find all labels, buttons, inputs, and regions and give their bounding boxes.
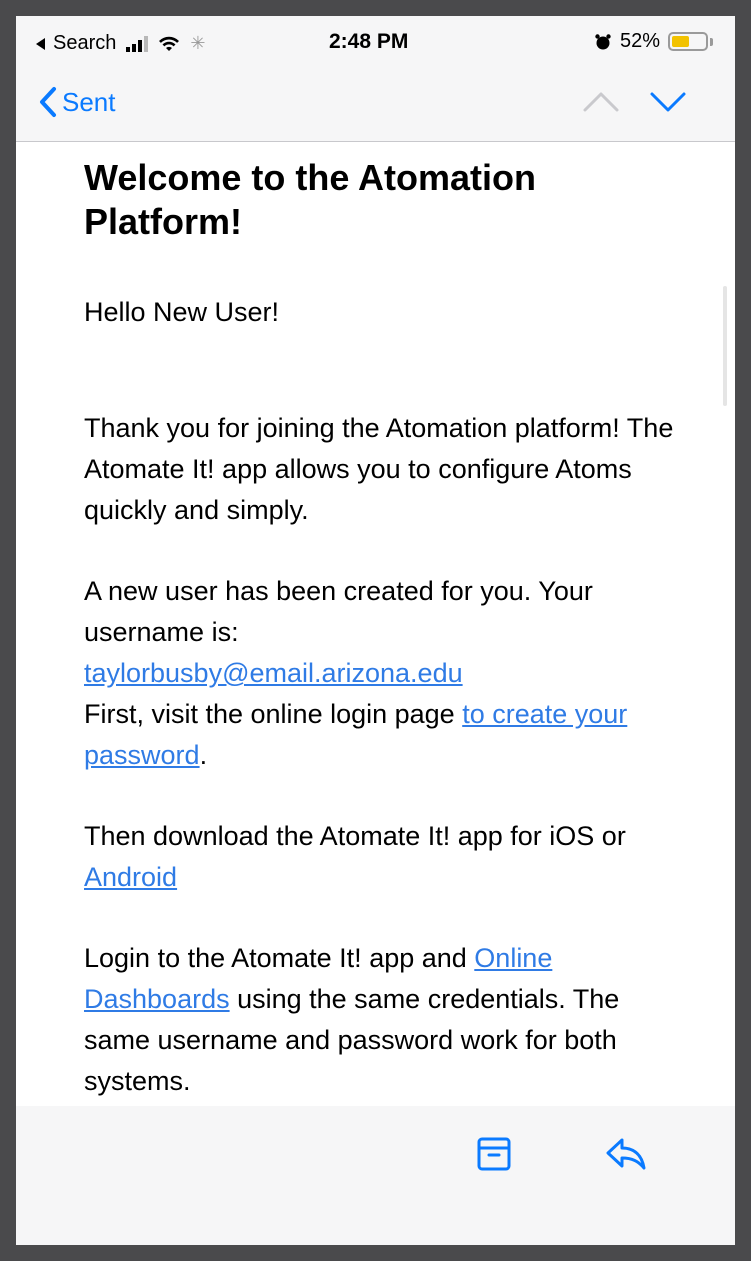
login-paragraph: Login to the Atomate It! app and Online …: [84, 938, 684, 1102]
status-right: 52%: [594, 30, 713, 53]
account-paragraph: A new user has been created for you. You…: [84, 571, 684, 776]
cellular-signal-icon: [126, 35, 149, 52]
bottom-toolbar: [16, 1106, 735, 1245]
period-text: .: [199, 740, 208, 770]
archive-button[interactable]: [474, 1134, 514, 1179]
battery-icon: [668, 32, 708, 51]
battery-tip: [710, 37, 713, 46]
scroll-indicator[interactable]: [723, 286, 727, 406]
intro-paragraph: Thank you for joining the Atomation plat…: [84, 413, 674, 525]
chevron-up-icon: [583, 92, 619, 112]
email-title: Welcome to the Atomation Platform!: [84, 157, 537, 242]
login-text: Login to the Atomate It! app and: [84, 943, 475, 973]
battery-percent: 52%: [619, 30, 660, 52]
back-button-label: Sent: [62, 86, 116, 117]
navigation-bar: Sent: [16, 76, 735, 142]
download-text: Then download the Atomate It! app for iO…: [84, 821, 626, 851]
archive-icon: [477, 1137, 511, 1171]
reply-icon: [606, 1138, 646, 1170]
android-link[interactable]: Android: [84, 862, 177, 892]
back-to-app-label[interactable]: Search: [53, 32, 116, 55]
phone-screen: Search ✳ 2:48 PM 52% Sent Welcome to the…: [16, 16, 735, 1245]
reply-button[interactable]: [604, 1134, 648, 1179]
alarm-icon: [595, 33, 611, 49]
chevron-left-icon: [40, 87, 56, 117]
battery-fill: [672, 36, 689, 47]
status-bar: Search ✳ 2:48 PM 52%: [16, 16, 735, 76]
email-body: Welcome to the Atomation Platform! Hello…: [84, 156, 684, 1102]
wifi-icon: [159, 36, 180, 51]
username-email-link[interactable]: taylorbusby@email.arizona.edu: [84, 658, 463, 688]
next-message-button[interactable]: [648, 86, 688, 121]
activity-spinner-icon: ✳: [190, 33, 206, 53]
device-frame: Search ✳ 2:48 PM 52% Sent Welcome to the…: [0, 0, 751, 1261]
back-button[interactable]: Sent: [38, 86, 116, 118]
back-to-app-icon[interactable]: [36, 37, 45, 50]
login-page-text: First, visit the online login page: [84, 699, 463, 729]
chevron-down-icon: [650, 92, 686, 112]
greeting-text: Hello New User!: [84, 297, 280, 327]
status-time: 2:48 PM: [329, 30, 409, 53]
status-left: Search ✳: [36, 32, 205, 55]
download-paragraph: Then download the Atomate It! app for iO…: [84, 816, 684, 898]
account-text: A new user has been created for you. You…: [84, 576, 593, 647]
previous-message-button[interactable]: [581, 86, 621, 121]
